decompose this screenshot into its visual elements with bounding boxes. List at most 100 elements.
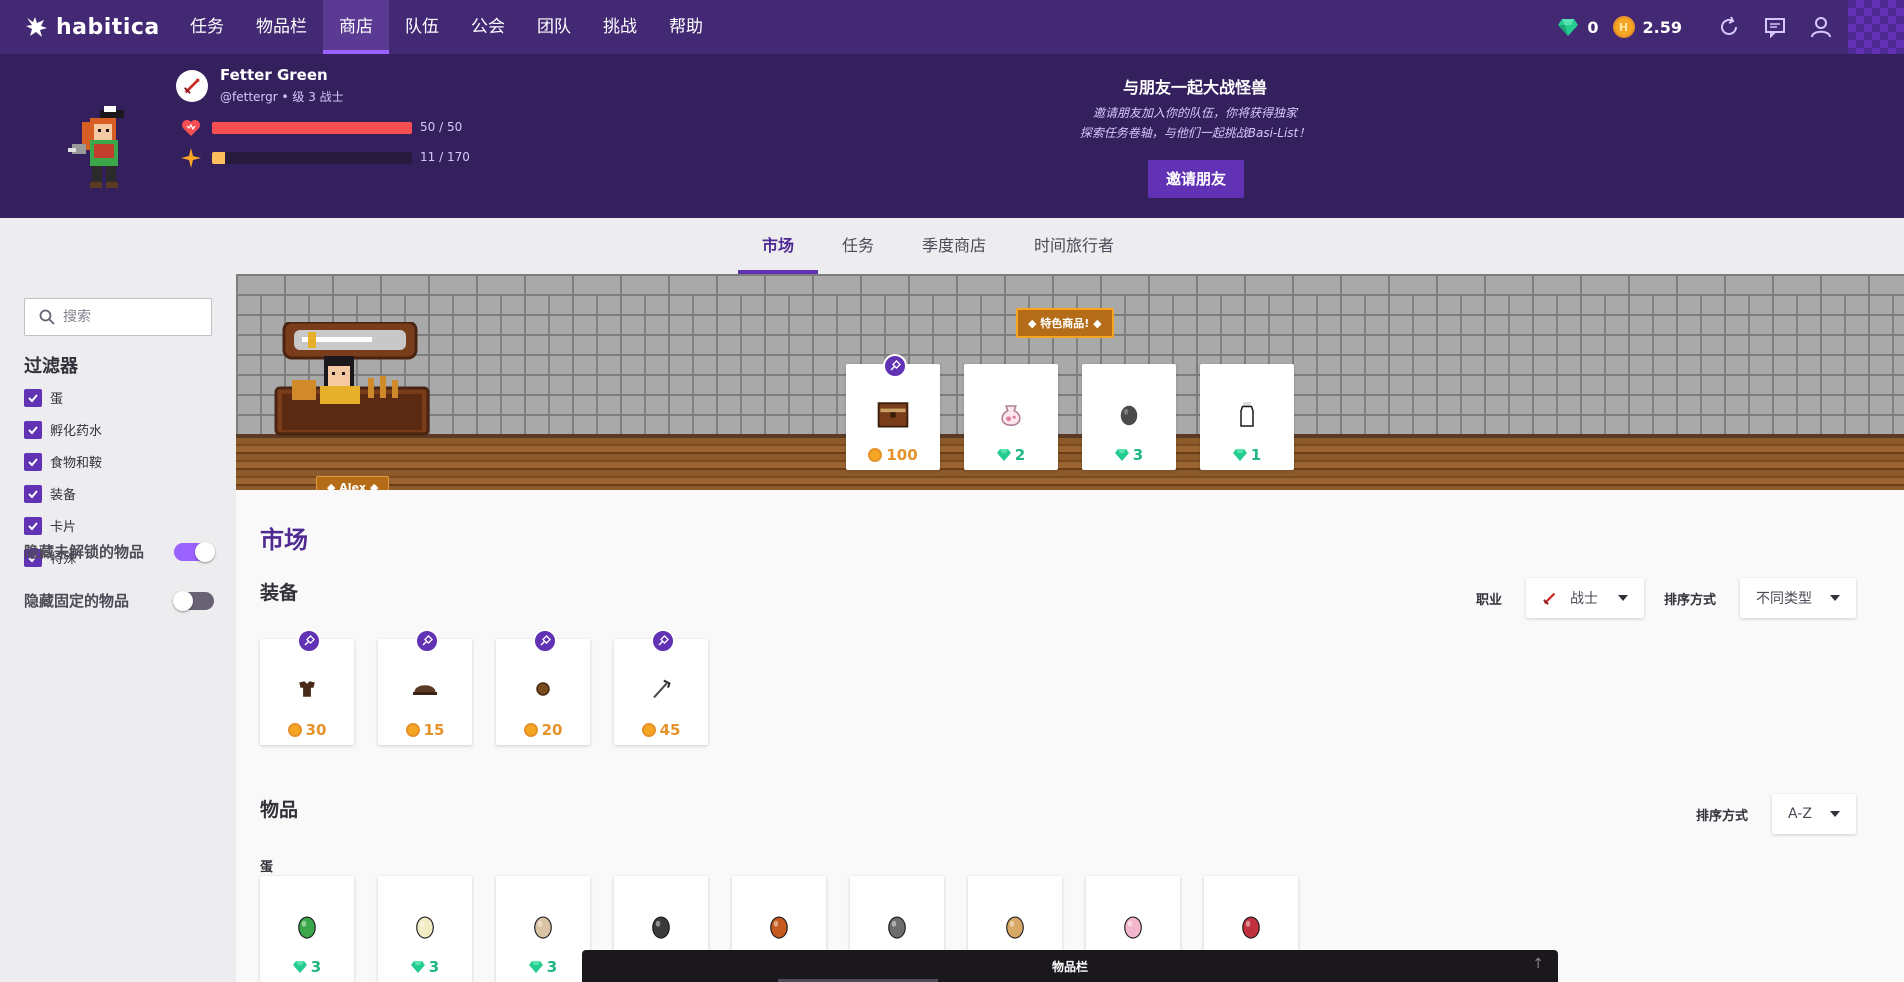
hide-locked-toggle[interactable] bbox=[174, 541, 215, 562]
featured-item-card[interactable]: 1 bbox=[1200, 364, 1294, 470]
price-tag: 2 bbox=[964, 446, 1058, 464]
egg-item-card[interactable]: 3 bbox=[260, 876, 354, 982]
checkbox[interactable] bbox=[24, 420, 42, 439]
messages-icon[interactable] bbox=[1762, 14, 1788, 40]
filter-checkbox-row[interactable]: 蛋 bbox=[24, 388, 63, 407]
search-box[interactable] bbox=[24, 298, 212, 336]
filter-label: 卡片 bbox=[50, 520, 77, 535]
toggle-knob bbox=[195, 541, 215, 562]
nav-item-5[interactable]: 团队 bbox=[521, 0, 587, 54]
check-icon bbox=[28, 393, 38, 402]
price-value: 2 bbox=[1014, 446, 1026, 464]
pin-icon bbox=[658, 635, 669, 646]
filter-checkbox-row[interactable]: 食物和鞍 bbox=[24, 452, 102, 471]
featured-item-card[interactable]: 2 bbox=[964, 364, 1058, 470]
pin-icon bbox=[890, 360, 901, 371]
featured-item-card[interactable]: 3 bbox=[1082, 364, 1176, 470]
tab-0[interactable]: 市场 bbox=[737, 218, 818, 274]
warrior-class-icon bbox=[1543, 592, 1556, 605]
sync-icon[interactable] bbox=[1716, 14, 1742, 40]
nav-item-2[interactable]: 商店 bbox=[323, 0, 389, 54]
user-header: Fetter Green @fettergr • 级 3 战士 50 / 50 … bbox=[0, 54, 1904, 218]
hide-pinned-label: 隐藏固定的物品 bbox=[24, 592, 130, 610]
wolf-egg-icon bbox=[877, 906, 917, 946]
hide-locked-label: 隐藏未解锁的物品 bbox=[24, 543, 145, 561]
pin-button[interactable] bbox=[651, 629, 675, 653]
armor-icon bbox=[287, 669, 327, 709]
hide-pinned-toggle[interactable] bbox=[173, 590, 214, 611]
price-value: 3 bbox=[546, 958, 558, 976]
tab-1[interactable]: 任务 bbox=[818, 218, 898, 274]
equipment-title: 装备 bbox=[260, 582, 299, 604]
toggle-knob bbox=[173, 590, 193, 611]
nav-item-6[interactable]: 挑战 bbox=[587, 0, 653, 54]
items-sort-label: 排序方式 bbox=[1696, 809, 1749, 824]
pin-button[interactable] bbox=[883, 354, 907, 378]
health-text: 50 / 50 bbox=[420, 120, 463, 134]
gem-count: 0 bbox=[1587, 17, 1599, 37]
equipment-item-card[interactable]: 15 bbox=[378, 629, 472, 745]
featured-item-card[interactable]: 100 bbox=[846, 354, 940, 470]
wooden-floor bbox=[236, 438, 1904, 490]
npc-name: Alex bbox=[339, 481, 367, 490]
search-icon bbox=[39, 309, 55, 325]
egg-item-card[interactable]: 3 bbox=[378, 876, 472, 982]
gem-icon bbox=[1232, 449, 1247, 461]
pin-icon bbox=[540, 635, 551, 646]
inventory-drawer[interactable]: 物品栏 ↑ bbox=[582, 950, 1558, 982]
pin-button[interactable] bbox=[415, 629, 439, 653]
checkbox[interactable] bbox=[24, 388, 42, 407]
gold-coin-icon bbox=[641, 723, 656, 737]
shield-icon bbox=[523, 669, 563, 709]
market-title: 市场 bbox=[260, 526, 308, 554]
filter-checkbox-row[interactable]: 装备 bbox=[24, 484, 76, 503]
sort-label: 排序方式 bbox=[1664, 593, 1717, 608]
market-banner: ◆ Alex ◆ ◆ 特色商品! ◆ 100 2 3 1 bbox=[236, 274, 1904, 490]
filter-sidebar: 过滤器 蛋孵化药水食物和鞍装备卡片特殊 隐藏未解锁的物品 隐藏固定的物品 bbox=[0, 274, 236, 982]
check-icon bbox=[28, 521, 38, 530]
tan-egg-icon bbox=[995, 906, 1035, 946]
nav-right: 0 H 2.59 bbox=[1557, 0, 1904, 54]
nav-item-7[interactable]: 帮助 bbox=[653, 0, 719, 54]
avatar[interactable] bbox=[60, 104, 140, 194]
check-icon bbox=[28, 457, 38, 466]
filter-checkbox-row[interactable]: 孵化药水 bbox=[24, 420, 102, 439]
nav-item-3[interactable]: 队伍 bbox=[389, 0, 455, 54]
invite-friends-button[interactable]: 邀请朋友 bbox=[1148, 160, 1244, 198]
checkbox[interactable] bbox=[24, 484, 42, 503]
user-icon[interactable] bbox=[1808, 14, 1834, 40]
equipment-item-card[interactable]: 45 bbox=[614, 629, 708, 745]
cream-egg-icon bbox=[405, 906, 445, 946]
sort-dropdown[interactable]: 不同类型 bbox=[1740, 578, 1856, 618]
tab-2[interactable]: 季度商店 bbox=[898, 218, 1010, 274]
items-sort-dropdown[interactable]: A-Z bbox=[1772, 794, 1856, 834]
egg-item-card[interactable]: 3 bbox=[496, 876, 590, 982]
dragon-egg-icon bbox=[1231, 906, 1271, 946]
check-icon bbox=[28, 425, 38, 434]
equipment-item-card[interactable]: 30 bbox=[260, 629, 354, 745]
items-sort-value: A-Z bbox=[1788, 806, 1812, 822]
treasure-chest-icon bbox=[873, 394, 913, 434]
filter-checkbox-row[interactable]: 卡片 bbox=[24, 516, 76, 535]
price-tag: 100 bbox=[846, 446, 940, 464]
nav-item-4[interactable]: 公会 bbox=[455, 0, 521, 54]
checker-decoration bbox=[1848, 0, 1904, 54]
search-input[interactable] bbox=[63, 309, 193, 325]
class-label: 职业 bbox=[1476, 593, 1503, 608]
tab-3[interactable]: 时间旅行者 bbox=[1010, 218, 1138, 274]
price-tag: 30 bbox=[260, 721, 354, 739]
checkbox[interactable] bbox=[24, 516, 42, 535]
habitica-logo[interactable]: habitica bbox=[24, 14, 174, 40]
gold-count: 2.59 bbox=[1642, 17, 1682, 37]
nav-item-0[interactable]: 任务 bbox=[174, 0, 240, 54]
checkbox[interactable] bbox=[24, 452, 42, 471]
nav-item-1[interactable]: 物品栏 bbox=[240, 0, 323, 54]
pin-button[interactable] bbox=[297, 629, 321, 653]
equipment-item-card[interactable]: 20 bbox=[496, 629, 590, 745]
cactus-egg-icon bbox=[287, 906, 327, 946]
user-name[interactable]: Fetter Green bbox=[220, 66, 328, 84]
class-dropdown[interactable]: 战士 bbox=[1526, 578, 1644, 618]
pin-button[interactable] bbox=[533, 629, 557, 653]
arrow-up-icon[interactable]: ↑ bbox=[1532, 956, 1544, 972]
brand-name: habitica bbox=[56, 14, 160, 40]
